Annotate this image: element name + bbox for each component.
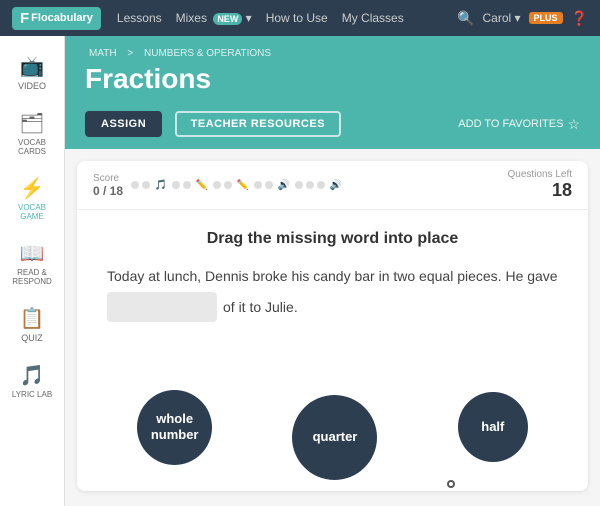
quiz-icon: 📋 [20, 306, 45, 331]
assign-button[interactable]: ASSIGN [85, 111, 162, 137]
lyric-lab-icon: 🎵 [20, 363, 45, 388]
score-section: Score 0 / 18 [93, 173, 123, 198]
sidebar-item-vocab-game[interactable]: ⚡ VOCAB GAME [0, 168, 64, 229]
user-dropdown-icon: ▾ [515, 11, 521, 25]
bubble-label-half: half [481, 419, 504, 435]
progress-dot [254, 181, 262, 189]
progress-icon-dot: 🔊 [328, 177, 344, 193]
logo-text: Flocabulary [31, 12, 93, 24]
word-bubble-whole-number[interactable]: wholenumber [137, 390, 212, 465]
progress-icon-dot: 🔊 [276, 177, 292, 193]
sidebar-label-read-respond: READ & RESPOND [6, 268, 58, 286]
vocab-game-icon: ⚡ [20, 176, 45, 201]
teacher-resources-button[interactable]: TEACHER RESOURCES [175, 111, 341, 137]
plus-badge: PLUS [529, 12, 563, 24]
score-value: 0 / 18 [93, 184, 123, 198]
progress-dot [131, 181, 139, 189]
logo[interactable]: F Flocabulary [12, 7, 101, 30]
action-bar: ASSIGN TEACHER RESOURCES ADD TO FAVORITE… [65, 111, 600, 149]
nav-links: Lessons Mixes NEW ▾ How to Use My Classe… [117, 11, 441, 25]
header-section: MATH > NUMBERS & OPERATIONS Fractions [65, 36, 600, 111]
search-icon[interactable]: 🔍 [457, 10, 474, 27]
content-area: MATH > NUMBERS & OPERATIONS Fractions AS… [65, 36, 600, 506]
sidebar-item-quiz[interactable]: 📋 QUIZ [0, 298, 64, 351]
progress-icon-dot: 🎵 [153, 177, 169, 193]
progress-dot [306, 181, 314, 189]
word-bubble-quarter[interactable]: quarter [292, 395, 377, 480]
word-bubble-half[interactable]: half [458, 392, 528, 462]
bottom-controls: 🔊 [77, 482, 588, 491]
dropdown-icon: ▾ [246, 11, 252, 25]
action-buttons: ASSIGN TEACHER RESOURCES [85, 111, 341, 137]
sentence-part1: Today at lunch, Dennis broke his candy b… [107, 268, 558, 284]
game-content: Drag the missing word into place Today a… [77, 210, 588, 362]
score-bar: Score 0 / 18 🎵 ✏️ ✏️ 🔊 [77, 161, 588, 210]
new-badge: NEW [213, 13, 242, 25]
main-layout: 📺 VIDEO 🗂 VOCAB CARDS ⚡ VOCAB GAME 📖 REA… [0, 36, 600, 506]
progress-dot [172, 181, 180, 189]
sidebar-item-video[interactable]: 📺 VIDEO [0, 46, 64, 99]
user-menu[interactable]: Carol ▾ [482, 11, 520, 25]
sidebar-label-vocab-cards: VOCAB CARDS [6, 138, 58, 156]
nav-mixes[interactable]: Mixes NEW ▾ [176, 11, 252, 25]
breadcrumb-separator: > [127, 48, 133, 59]
sidebar-item-read-respond[interactable]: 📖 READ & RESPOND [0, 233, 64, 294]
progress-dot [142, 181, 150, 189]
sidebar-label-quiz: QUIZ [21, 333, 43, 343]
add-to-favorites-button[interactable]: ADD TO FAVORITES ☆ [458, 116, 580, 133]
instruction-text: Drag the missing word into place [107, 230, 558, 248]
bubble-label-quarter: quarter [313, 429, 358, 445]
help-icon[interactable]: ❓ [571, 10, 588, 27]
progress-dot [317, 181, 325, 189]
progress-dot [295, 181, 303, 189]
sidebar-label-vocab-game: VOCAB GAME [6, 203, 58, 221]
sentence-part2-container: of it to Julie. [107, 292, 558, 322]
breadcrumb-math: MATH [89, 48, 117, 59]
drop-zone[interactable] [107, 292, 217, 322]
questions-left-value: 18 [508, 180, 572, 201]
progress-icon-dot: ✏️ [194, 177, 210, 193]
nav-right: 🔍 Carol ▾ PLUS ❓ [457, 10, 588, 27]
top-navigation: F Flocabulary Lessons Mixes NEW ▾ How to… [0, 0, 600, 36]
progress-dot [213, 181, 221, 189]
progress-dot [224, 181, 232, 189]
sidebar-label-lyric-lab: LYRIC LAB [12, 390, 52, 399]
read-respond-icon: 📖 [20, 241, 45, 266]
progress-dots: 🎵 ✏️ ✏️ 🔊 🔊 [131, 177, 499, 193]
star-icon: ☆ [567, 116, 580, 133]
sidebar-label-video: VIDEO [18, 81, 46, 91]
vocab-cards-icon: 🗂 [19, 111, 44, 136]
score-label: Score [93, 173, 123, 184]
nav-my-classes[interactable]: My Classes [342, 11, 404, 25]
game-container: Score 0 / 18 🎵 ✏️ ✏️ 🔊 [77, 161, 588, 491]
video-icon: 📺 [20, 54, 45, 79]
add-favorites-label: ADD TO FAVORITES [458, 118, 563, 130]
questions-left-section: Questions Left 18 [508, 169, 572, 201]
bubble-label-whole-number: wholenumber [151, 411, 199, 442]
nav-how-to-use[interactable]: How to Use [266, 11, 328, 25]
sidebar: 📺 VIDEO 🗂 VOCAB CARDS ⚡ VOCAB GAME 📖 REA… [0, 36, 65, 506]
breadcrumb-numbers: NUMBERS & OPERATIONS [144, 48, 271, 59]
word-bubbles-container: wholenumber quarter half [77, 362, 588, 482]
page-title: Fractions [85, 63, 580, 95]
nav-lessons[interactable]: Lessons [117, 11, 162, 25]
sentence-part2: of it to Julie. [223, 299, 298, 315]
questions-left-label: Questions Left [508, 169, 572, 180]
logo-icon: F [20, 10, 29, 27]
breadcrumb: MATH > NUMBERS & OPERATIONS [85, 48, 580, 59]
sidebar-item-vocab-cards[interactable]: 🗂 VOCAB CARDS [0, 103, 64, 164]
sidebar-item-lyric-lab[interactable]: 🎵 LYRIC LAB [0, 355, 64, 407]
progress-icon-dot: ✏️ [235, 177, 251, 193]
progress-dot [183, 181, 191, 189]
progress-dot [265, 181, 273, 189]
